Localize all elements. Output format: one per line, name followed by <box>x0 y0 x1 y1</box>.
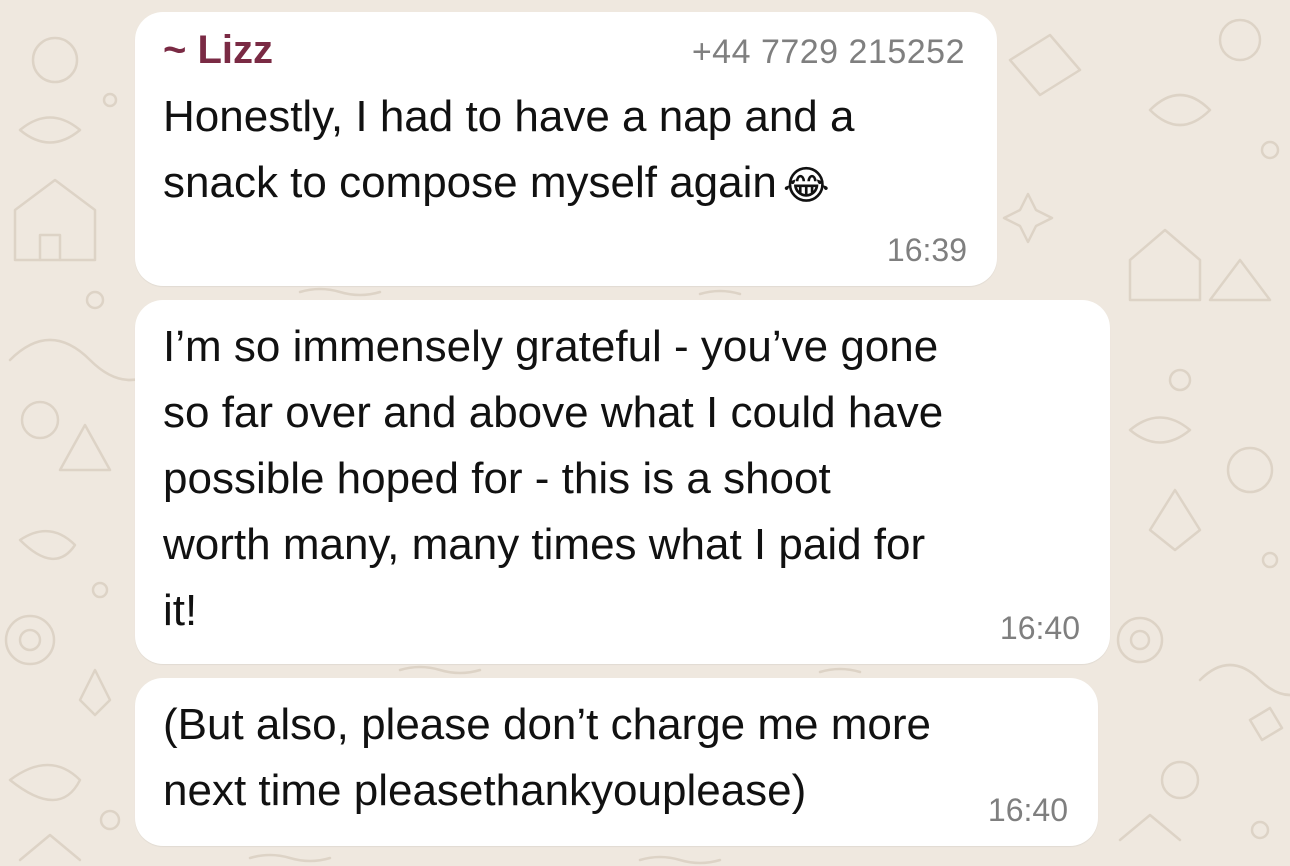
message-text: Honestly, I had to have a nap and a snac… <box>163 84 983 216</box>
message-bubble[interactable]: ~ Lizz +44 7729 215252 Honestly, I had t… <box>135 12 997 286</box>
sender-phone-number[interactable]: +44 7729 215252 <box>692 32 965 72</box>
face-with-tears-of-joy-icon: 😂 <box>782 164 830 208</box>
sender-name[interactable]: ~ Lizz <box>163 26 273 74</box>
message-text: I’m so immensely grateful - you’ve gone … <box>163 322 944 635</box>
message-bubble[interactable]: (But also, please don’t charge me more n… <box>135 678 1098 846</box>
message-text: (But also, please don’t charge me more n… <box>163 700 931 815</box>
message-timestamp: 16:39 <box>886 232 967 268</box>
message-timestamp: 16:40 <box>999 610 1080 646</box>
message-text-body: Honestly, I had to have a nap and a snac… <box>163 92 855 207</box>
message-bubble[interactable]: I’m so immensely grateful - you’ve gone … <box>135 300 1110 664</box>
message-timestamp: 16:40 <box>987 792 1068 828</box>
